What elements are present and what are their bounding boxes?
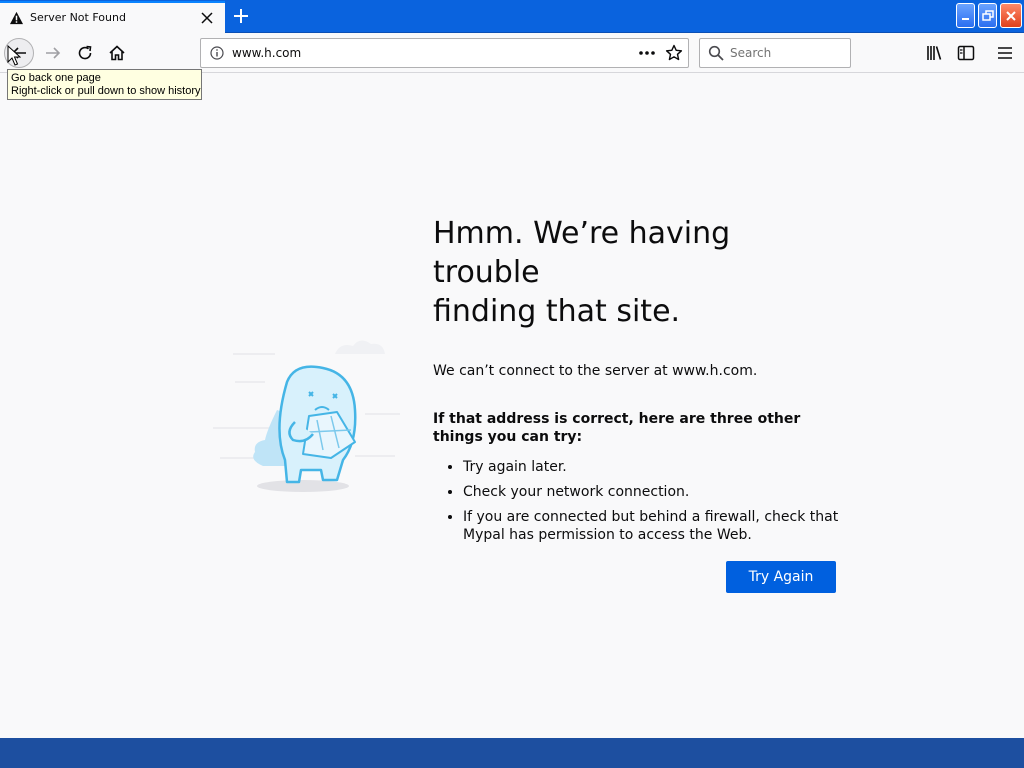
try-again-button[interactable]: Try Again <box>726 561 836 593</box>
bookmark-star-icon[interactable] <box>665 44 683 62</box>
tab-strip: Server Not Found <box>0 0 1024 33</box>
url-text[interactable]: www.h.com <box>232 46 301 60</box>
search-input[interactable] <box>730 44 845 62</box>
search-icon <box>708 45 724 61</box>
search-bar[interactable] <box>699 38 851 68</box>
reload-icon <box>78 45 92 60</box>
arrow-right-icon <box>46 47 61 59</box>
tab-server-not-found[interactable]: Server Not Found <box>0 1 225 33</box>
taskbar <box>0 738 1024 768</box>
restore-icon <box>982 10 994 21</box>
error-title: Hmm. We’re having trouble finding that s… <box>433 214 843 331</box>
new-tab-icon[interactable] <box>230 5 252 27</box>
warning-icon <box>9 11 24 25</box>
error-illustration <box>213 340 400 492</box>
mouse-cursor-icon <box>7 45 21 66</box>
error-content: Hmm. We’re having trouble finding that s… <box>433 214 843 551</box>
home-icon <box>109 45 125 61</box>
suggestion-item: Check your network connection. <box>463 483 843 501</box>
minimize-button[interactable] <box>956 3 975 28</box>
suggestion-list: Try again later. Check your network conn… <box>433 458 843 544</box>
error-suggestions-heading: If that address is correct, here are thr… <box>433 411 801 445</box>
reload-button[interactable] <box>70 38 100 68</box>
tooltip-line-1: Go back one page <box>11 72 101 84</box>
maximize-button[interactable] <box>978 3 997 28</box>
error-title-line-1: Hmm. We’re having trouble <box>433 216 731 290</box>
error-title-line-2: finding that site. <box>433 294 681 329</box>
window-close-button[interactable] <box>1000 3 1022 28</box>
hamburger-menu-icon[interactable] <box>995 43 1015 63</box>
suggestion-item: Try again later. <box>463 458 843 476</box>
library-icon[interactable] <box>924 43 944 63</box>
sidebar-icon[interactable] <box>956 43 976 63</box>
close-icon[interactable] <box>199 10 215 26</box>
suggestion-item: If you are connected but behind a firewa… <box>463 508 843 544</box>
page-actions-icon[interactable] <box>637 44 657 62</box>
forward-button[interactable] <box>38 38 68 68</box>
minimize-icon <box>962 18 969 20</box>
home-button[interactable] <box>102 38 132 68</box>
tab-title: Server Not Found <box>30 11 126 24</box>
navigation-toolbar: www.h.com <box>0 33 1024 73</box>
url-bar[interactable]: www.h.com <box>200 38 689 68</box>
error-short-description: We can’t connect to the server at www.h.… <box>433 363 758 379</box>
back-button-tooltip: Go back one page Right-click or pull dow… <box>7 69 202 100</box>
window-close-icon <box>1006 11 1016 21</box>
tooltip-line-2: Right-click or pull down to show history <box>11 85 201 97</box>
info-icon[interactable] <box>210 46 224 60</box>
